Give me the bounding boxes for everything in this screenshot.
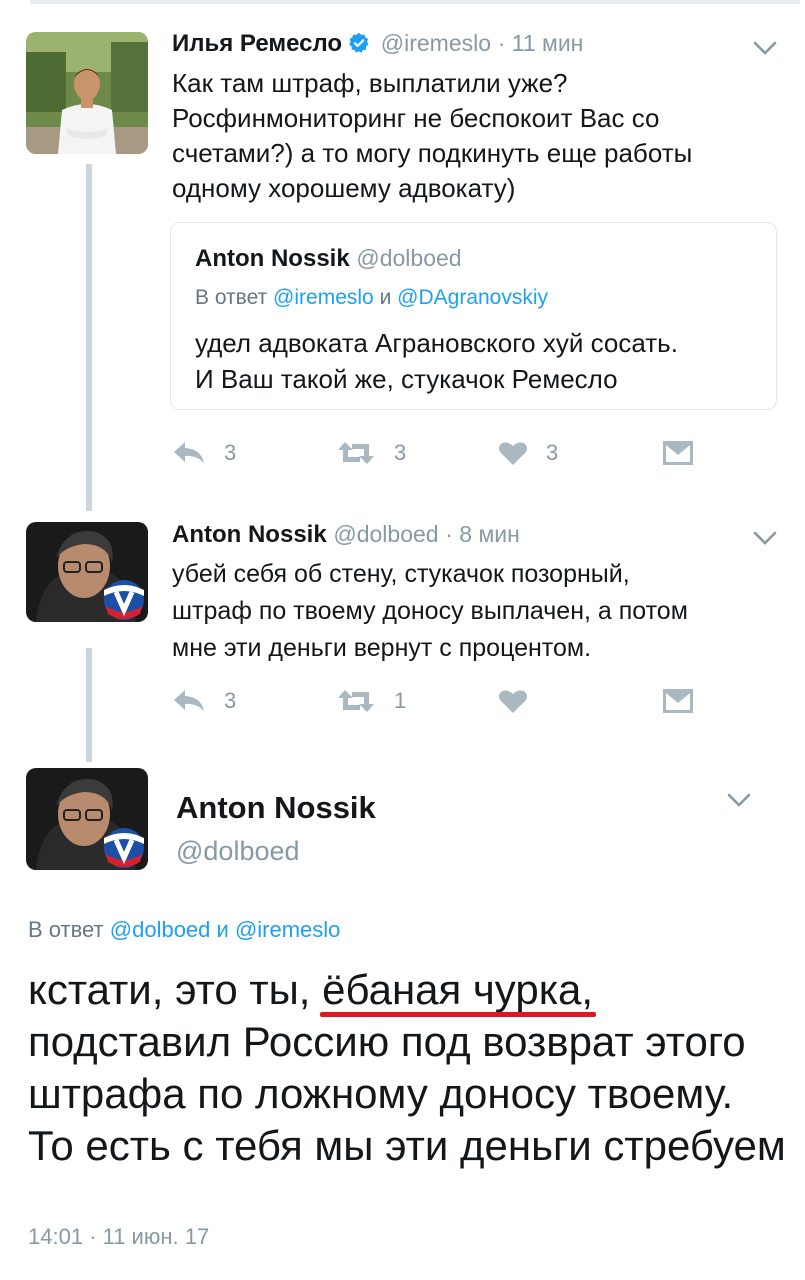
thread-connector (86, 648, 92, 762)
tweet1-time[interactable]: · 11 мин (498, 30, 584, 56)
tweet1-header: Илья Ремесло @iremeslo · 11 мин (172, 30, 583, 58)
tweet1-author-name[interactable]: Илья Ремесло (172, 30, 342, 57)
main-author-handle[interactable]: @dolboed (176, 836, 300, 867)
main-reply-context: В ответ @dolboed и @iremeslo (28, 917, 340, 943)
tweet2-handle[interactable]: @dolboed (333, 521, 438, 547)
verified-badge-icon (348, 32, 370, 54)
main-reply-user1[interactable]: @dolboed (110, 917, 211, 942)
tweet1-retweet-button[interactable]: 3 (336, 440, 406, 466)
tweet1-text: Как там штраф, выплатили уже? Росфинмони… (172, 68, 693, 203)
quoted-tweet-header: Anton Nossik @dolboed (195, 245, 462, 273)
reply-icon (174, 690, 204, 711)
heart-icon (499, 442, 527, 465)
tweet1-dm-button[interactable] (662, 440, 694, 466)
top-divider (30, 0, 800, 4)
quoted-reply-and: и (379, 286, 392, 309)
tweet2-text: убей себя об стену, стукачок позорный, ш… (172, 560, 688, 662)
avatar-image (26, 32, 148, 154)
red-underline-annotation (320, 1012, 596, 1017)
main-text-highlight: ёбаная чурка, (322, 966, 594, 1013)
main-author-name[interactable]: Anton Nossik (176, 790, 376, 826)
chevron-down-icon[interactable] (752, 40, 778, 56)
main-text-part1: кстати, это ты, (28, 966, 323, 1013)
thread-connector (86, 164, 92, 511)
retweet-icon (338, 690, 374, 712)
tweet2-retweet-count: 1 (394, 688, 407, 713)
chevron-down-icon[interactable] (726, 792, 752, 808)
tweet2-like-button[interactable] (498, 688, 546, 714)
quoted-reply-user2[interactable]: @DAgranovskiy (397, 286, 548, 309)
main-timestamp[interactable]: 14:01 · 11 июн. 17 (28, 1224, 209, 1250)
quoted-reply-prefix: В ответ (195, 286, 268, 309)
quoted-author-handle: @dolboed (356, 245, 462, 271)
tweet2-reply-button[interactable]: 3 (172, 688, 236, 714)
avatar-iremeslo[interactable] (26, 32, 148, 154)
avatar-image (26, 522, 148, 622)
chevron-down-icon[interactable] (752, 530, 778, 546)
main-reply-and: и (216, 917, 229, 942)
tweet2-dm-button[interactable] (662, 688, 694, 714)
tweet2-author-name[interactable]: Anton Nossik (172, 521, 327, 548)
tweet1-handle[interactable]: @iremeslo (381, 30, 491, 56)
heart-icon (499, 690, 527, 713)
quoted-reply-context: В ответ @iremeslo и @DAgranovskiy (195, 286, 548, 310)
tweet2-retweet-button[interactable]: 1 (336, 688, 406, 714)
tweet1-reply-count: 3 (224, 440, 237, 465)
main-reply-user2[interactable]: @iremeslo (235, 917, 340, 942)
tweet1-like-button[interactable]: 3 (498, 440, 558, 466)
main-text-part2: подставил Россию под возврат этого штраф… (28, 1018, 786, 1169)
tweet1-retweet-count: 3 (394, 440, 407, 465)
main-tweet-text: кстати, это ты, ёбаная чурка, подставил … (28, 964, 788, 1172)
tweet1-reply-button[interactable]: 3 (172, 440, 236, 466)
avatar-image (26, 768, 148, 870)
quoted-author-name: Anton Nossik (195, 245, 350, 272)
tweet2-time[interactable]: · 8 мин (445, 521, 520, 547)
reply-icon (174, 442, 204, 463)
tweet1-like-count: 3 (546, 440, 559, 465)
envelope-icon (663, 689, 693, 713)
retweet-icon (338, 442, 374, 464)
avatar-dolboed-small[interactable] (26, 522, 148, 622)
quoted-tweet[interactable]: Anton Nossik @dolboed В ответ @iremeslo … (170, 222, 777, 410)
avatar-dolboed-main[interactable] (26, 768, 148, 870)
main-reply-prefix: В ответ (28, 917, 104, 942)
tweet2-header: Anton Nossik @dolboed · 8 мин (172, 521, 520, 549)
quoted-tweet-text: удел адвоката Аграновского хуй сосать. И… (195, 328, 678, 394)
tweet2-reply-count: 3 (224, 688, 237, 713)
envelope-icon (663, 441, 693, 465)
quoted-reply-user1[interactable]: @iremeslo (273, 286, 374, 309)
